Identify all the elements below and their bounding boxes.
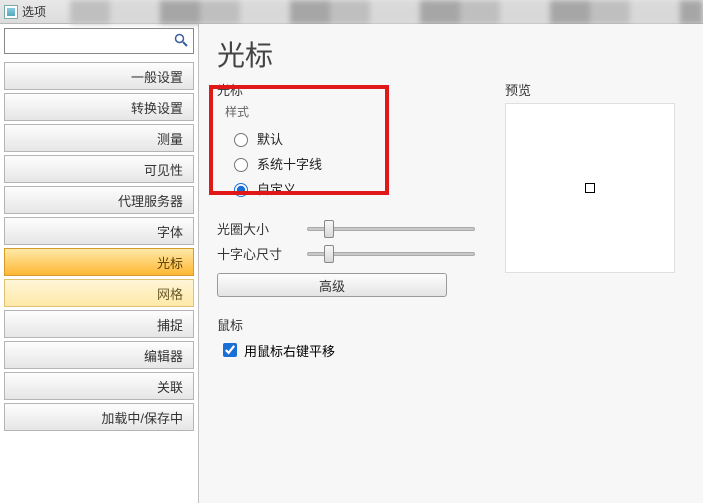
aperture-row: 光圈大小 <box>217 219 477 238</box>
sidebar-item-label: 一般设置 <box>131 67 183 86</box>
title-bar: 选项 <box>0 0 703 24</box>
cursor-panel: 光标 样式 默认 系统十字线 <box>217 80 477 301</box>
sidebar-item-label: 测量 <box>157 129 183 148</box>
window-title: 选项 <box>22 3 46 20</box>
pan-with-right-click-label: 用鼠标右键平移 <box>244 341 335 360</box>
advanced-button[interactable]: 高级 <box>217 273 447 297</box>
radio-system-crosshair-input[interactable] <box>234 158 248 172</box>
sidebar-item-label: 加载中/保存中 <box>101 408 183 427</box>
titlebar-blur-bg <box>70 0 703 24</box>
radio-default-input[interactable] <box>234 133 248 147</box>
pan-with-right-click-checkbox[interactable] <box>223 343 237 357</box>
advanced-button-label: 高级 <box>319 279 345 294</box>
search-button[interactable] <box>172 32 190 50</box>
sidebar-item-general[interactable]: 一般设置 <box>4 62 194 90</box>
sidebar: 一般设置 转换设置 测量 可见性 代理服务器 字体 光标 网格 捕捉 编辑器 关… <box>0 24 199 503</box>
sidebar-item-label: 可见性 <box>144 160 183 179</box>
preview-legend: 预览 <box>505 80 685 99</box>
preview-cursor-marker <box>585 183 595 193</box>
sidebar-item-label: 光标 <box>157 253 183 272</box>
radio-custom[interactable]: 自定义 <box>219 176 475 201</box>
page-title: 光标 <box>217 34 685 74</box>
cursor-group-legend: 光标 <box>217 80 477 99</box>
mouse-group: 鼠标 用鼠标右键平移 <box>217 315 685 364</box>
radio-default[interactable]: 默认 <box>219 126 475 151</box>
radio-default-label: 默认 <box>257 129 283 148</box>
aperture-slider[interactable] <box>307 227 475 231</box>
sidebar-item-label: 转换设置 <box>131 98 183 117</box>
sidebar-item-label: 网格 <box>157 284 183 303</box>
crosshair-label: 十字心尺寸 <box>217 244 297 263</box>
sidebar-item-label: 捕捉 <box>157 315 183 334</box>
radio-custom-input[interactable] <box>234 183 248 197</box>
sidebar-item-font[interactable]: 字体 <box>4 217 194 245</box>
search-input[interactable] <box>4 28 194 54</box>
sidebar-item-label: 编辑器 <box>144 346 183 365</box>
pan-with-right-click-row[interactable]: 用鼠标右键平移 <box>217 336 685 364</box>
sidebar-item-association[interactable]: 关联 <box>4 372 194 400</box>
crosshair-slider[interactable] <box>307 252 475 256</box>
radio-system-crosshair-label: 系统十字线 <box>257 154 322 173</box>
sidebar-item-proxy[interactable]: 代理服务器 <box>4 186 194 214</box>
sidebar-item-conversion[interactable]: 转换设置 <box>4 93 194 121</box>
sidebar-item-grid[interactable]: 网格 <box>4 279 194 307</box>
sidebar-item-label: 关联 <box>157 377 183 396</box>
sidebar-nav: 一般设置 转换设置 测量 可见性 代理服务器 字体 光标 网格 捕捉 编辑器 关… <box>4 62 194 431</box>
sidebar-item-label: 字体 <box>157 222 183 241</box>
aperture-label: 光圈大小 <box>217 219 297 238</box>
sidebar-item-editor[interactable]: 编辑器 <box>4 341 194 369</box>
sidebar-item-visibility[interactable]: 可见性 <box>4 155 194 183</box>
crosshair-row: 十字心尺寸 <box>217 244 477 263</box>
options-app-icon <box>4 5 18 19</box>
content-pane: 光标 光标 样式 默认 系统十字线 <box>199 24 703 503</box>
preview-panel: 预览 <box>505 80 685 273</box>
preview-canvas <box>505 103 675 273</box>
radio-custom-label: 自定义 <box>257 179 296 198</box>
style-legend: 样式 <box>225 103 477 120</box>
sidebar-item-snap[interactable]: 捕捉 <box>4 310 194 338</box>
sidebar-item-measure[interactable]: 测量 <box>4 124 194 152</box>
sidebar-item-load-save[interactable]: 加载中/保存中 <box>4 403 194 431</box>
radio-system-crosshair[interactable]: 系统十字线 <box>219 151 475 176</box>
mouse-legend: 鼠标 <box>217 315 685 334</box>
search-icon <box>173 32 189 48</box>
sidebar-item-cursor[interactable]: 光标 <box>4 248 194 276</box>
sidebar-item-label: 代理服务器 <box>118 191 183 210</box>
